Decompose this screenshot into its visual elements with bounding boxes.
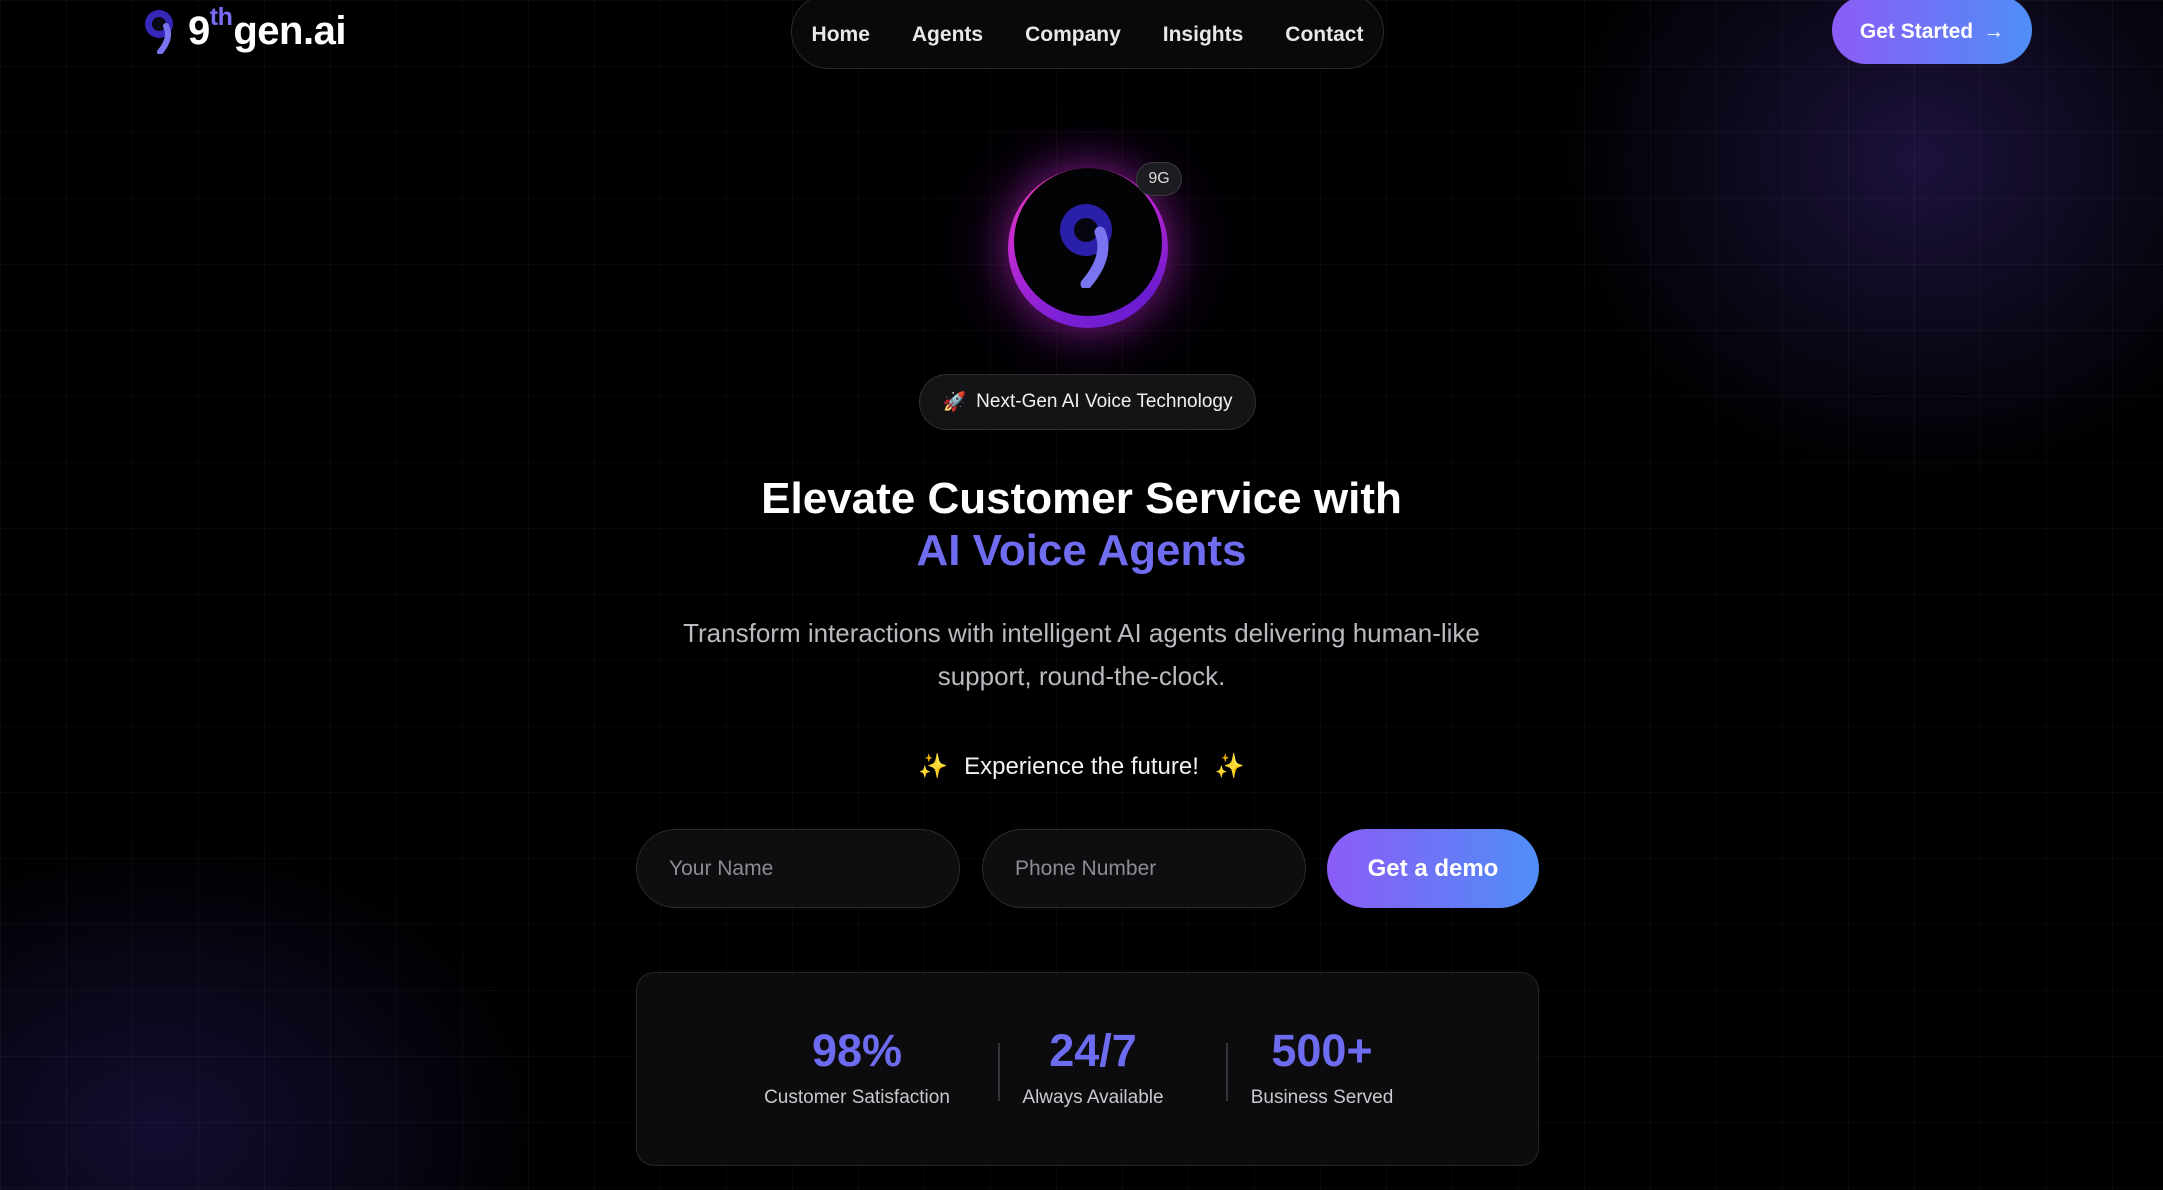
stat-label: Always Available	[1022, 1087, 1164, 1108]
logo[interactable]: 9th gen.ai	[142, 3, 346, 54]
logo-text: 9th gen.ai	[188, 3, 346, 54]
get-started-label: Get Started	[1859, 20, 1974, 43]
page: 9th gen.ai Home Agents Company Insights C…	[0, 0, 2163, 1190]
tech-pill: 🚀 Next-Gen AI Voice Technology	[919, 374, 1256, 430]
avatar-badge: 9G	[1136, 162, 1182, 196]
hero-tagline: ✨ Experience the future! ✨	[0, 752, 2163, 781]
stat-label: Business Served	[1250, 1087, 1394, 1108]
stat-value: 98%	[811, 1025, 903, 1076]
nav-company[interactable]: Company	[1025, 23, 1121, 47]
stat-value: 500+	[1271, 1025, 1373, 1076]
get-demo-button[interactable]: Get a demo	[1327, 829, 1539, 908]
tagline-text: Experience the future!	[964, 752, 1199, 780]
nav-home[interactable]: Home	[812, 23, 870, 47]
nav-agents[interactable]: Agents	[912, 23, 983, 47]
stat-businesses: 500+ Business Served	[1242, 1025, 1402, 1109]
name-input[interactable]	[636, 829, 960, 908]
nav-contact[interactable]: Contact	[1285, 23, 1363, 47]
stat-value: 24/7	[1049, 1025, 1137, 1076]
arrow-right-icon: →	[1983, 20, 2005, 43]
stat-divider	[998, 1043, 1000, 1101]
stats-card: 98% Customer Satisfaction 24/7 Always Av…	[636, 972, 1539, 1166]
logo-nine-icon	[145, 10, 173, 54]
stat-label: Customer Satisfaction	[764, 1087, 950, 1108]
tech-pill-text: Next-Gen AI Voice Technology	[976, 391, 1233, 412]
phone-input[interactable]	[982, 829, 1306, 908]
sparkles-icon: ✨	[1214, 753, 1245, 780]
get-started-button[interactable]: Get Started →	[1832, 0, 2032, 64]
stat-divider	[1226, 1043, 1228, 1101]
hero-title-accent: AI Voice Agents	[916, 526, 1247, 575]
logo-base: 9	[188, 8, 210, 53]
rocket-icon: 🚀	[942, 392, 967, 413]
hero-subtitle: Transform interactions with intelligent …	[683, 618, 1480, 691]
hero-title: Elevate Customer Service with	[761, 474, 1402, 523]
stat-availability: 24/7 Always Available	[1013, 1025, 1173, 1109]
logo-sup: th	[209, 2, 233, 31]
nav-insights[interactable]: Insights	[1163, 23, 1244, 47]
stat-satisfaction: 98% Customer Satisfaction	[757, 1025, 957, 1109]
sparkles-icon: ✨	[918, 753, 949, 780]
logo-nine-icon	[1060, 204, 1112, 288]
main-nav: Home Agents Company Insights Contact	[791, 0, 1384, 69]
logo-rest: gen.ai	[233, 8, 346, 53]
